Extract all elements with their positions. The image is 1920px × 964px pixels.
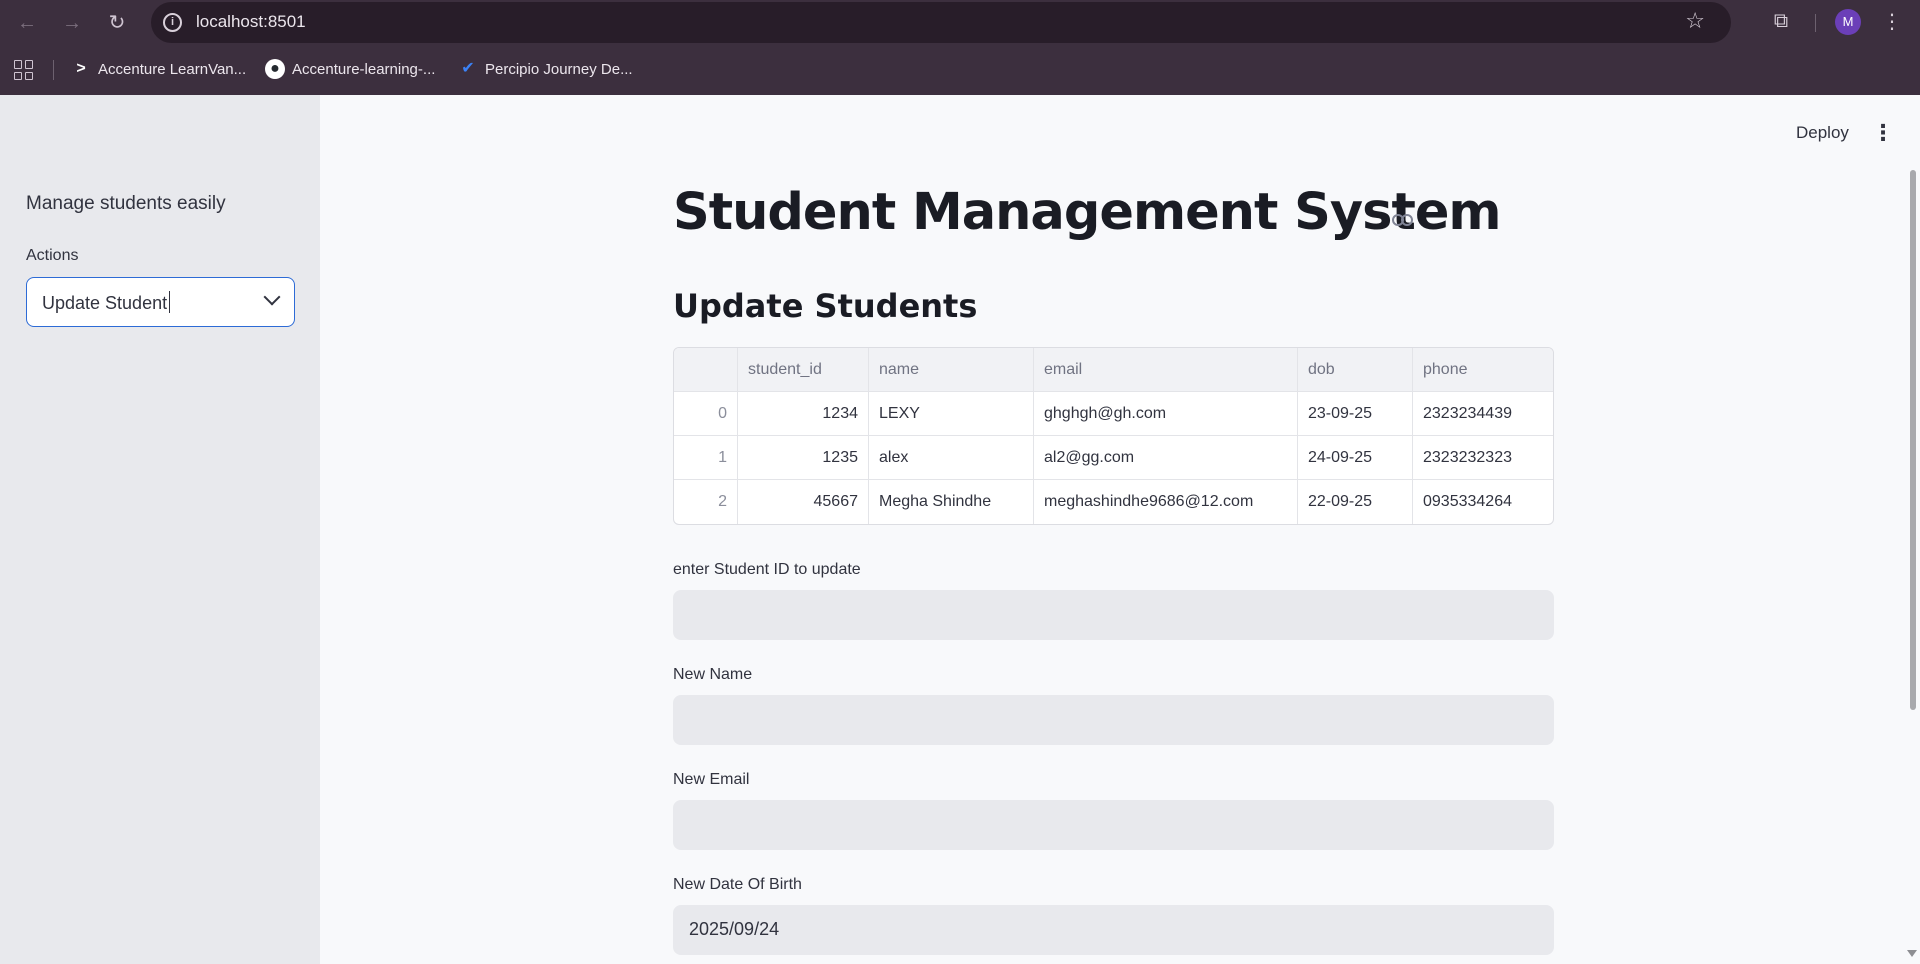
extensions-icon[interactable]: ⧉ <box>1769 9 1793 33</box>
students-table[interactable]: student_id name email dob phone 0 1234 L… <box>673 347 1554 525</box>
table-header-row: student_id name email dob phone <box>674 348 1553 392</box>
link-icon[interactable] <box>1392 214 1414 228</box>
new-name-input[interactable] <box>673 695 1554 745</box>
bookmarks-bar: > Accenture LearnVan... ● Accenture-lear… <box>0 50 1920 88</box>
column-header-name[interactable]: name <box>869 348 1034 392</box>
actions-label: Actions <box>26 247 79 264</box>
forward-icon[interactable]: → <box>57 8 87 38</box>
cell-email[interactable]: meghashindhe9686@12.com <box>1034 480 1298 524</box>
sidebar: Manage students easily Actions Update St… <box>0 95 320 964</box>
column-header-student-id[interactable]: student_id <box>738 348 869 392</box>
star-icon[interactable]: ☆ <box>1685 8 1705 34</box>
new-name-label: New Name <box>673 666 753 683</box>
profile-avatar[interactable]: M <box>1835 9 1861 35</box>
cell-email[interactable]: ghghgh@gh.com <box>1034 392 1298 436</box>
github-icon: ● <box>265 59 285 79</box>
bookmark-label: Accenture-learning-... <box>292 60 436 78</box>
row-index: 0 <box>674 392 738 436</box>
section-title: Update Students <box>673 287 978 325</box>
scrollbar-thumb[interactable] <box>1910 170 1916 710</box>
cell-student-id[interactable]: 1235 <box>738 436 869 480</box>
cell-name[interactable]: Megha Shindhe <box>869 480 1034 524</box>
reload-icon[interactable]: ↻ <box>102 8 132 38</box>
bookmark-accenture-learning[interactable]: ● Accenture-learning-... <box>265 58 435 80</box>
text-cursor <box>169 291 171 313</box>
browser-chrome: ← → ↻ i localhost:8501 ☆ ⧉ M ⋮ > Accentu… <box>0 0 1920 95</box>
cell-student-id[interactable]: 1234 <box>738 392 869 436</box>
sidebar-caption: Manage students easily <box>26 193 226 214</box>
student-id-label: enter Student ID to update <box>673 561 861 578</box>
apps-grid-icon[interactable] <box>14 60 34 80</box>
cell-phone[interactable]: 2323232323 <box>1413 436 1553 480</box>
main-menu-icon[interactable]: ⋮ <box>1872 120 1894 146</box>
bookmarks-divider <box>53 60 54 80</box>
student-id-input[interactable] <box>673 590 1554 640</box>
toolbar: ← → ↻ i localhost:8501 ☆ ⧉ M ⋮ <box>0 0 1920 46</box>
table-row[interactable]: 2 45667 Megha Shindhe meghashindhe9686@1… <box>674 480 1553 524</box>
page-title: Student Management System <box>673 183 1502 242</box>
table-row[interactable]: 1 1235 alex al2@gg.com 24-09-25 23232323… <box>674 436 1553 480</box>
info-icon[interactable]: i <box>163 13 182 32</box>
cell-dob[interactable]: 22-09-25 <box>1298 480 1413 524</box>
actions-select[interactable]: Update Student <box>26 277 295 327</box>
table-row[interactable]: 0 1234 LEXY ghghgh@gh.com 23-09-25 23232… <box>674 392 1553 436</box>
row-index: 2 <box>674 480 738 524</box>
column-header-dob[interactable]: dob <box>1298 348 1413 392</box>
more-vert-icon[interactable]: ⋮ <box>1882 8 1902 36</box>
cell-dob[interactable]: 24-09-25 <box>1298 436 1413 480</box>
new-dob-value: 2025/09/24 <box>689 919 780 939</box>
row-index: 1 <box>674 436 738 480</box>
bookmark-label: Accenture LearnVan... <box>98 60 247 78</box>
url-text[interactable]: localhost:8501 <box>196 12 306 32</box>
back-icon[interactable]: ← <box>12 8 42 38</box>
new-dob-label: New Date Of Birth <box>673 876 802 893</box>
cell-email[interactable]: al2@gg.com <box>1034 436 1298 480</box>
column-header-email[interactable]: email <box>1034 348 1298 392</box>
cell-dob[interactable]: 23-09-25 <box>1298 392 1413 436</box>
cell-name[interactable]: alex <box>869 436 1034 480</box>
address-bar[interactable]: i localhost:8501 ☆ <box>151 2 1731 43</box>
bookmark-accenture-learnvantage[interactable]: > Accenture LearnVan... <box>71 58 246 80</box>
column-header-index[interactable] <box>674 348 738 392</box>
scroll-down-arrow-icon[interactable] <box>1907 950 1917 957</box>
bookmark-percipio[interactable]: ✔ Percipio Journey De... <box>458 58 633 80</box>
chevron-down-icon[interactable] <box>263 288 281 306</box>
cell-phone[interactable]: 2323234439 <box>1413 392 1553 436</box>
cell-student-id[interactable]: 45667 <box>738 480 869 524</box>
accenture-icon: > <box>76 60 86 77</box>
toolbar-divider <box>1815 14 1816 32</box>
percipio-icon: ✔ <box>461 60 475 77</box>
column-header-phone[interactable]: phone <box>1413 348 1553 392</box>
new-email-input[interactable] <box>673 800 1554 850</box>
bookmark-label: Percipio Journey De... <box>485 60 633 78</box>
cell-name[interactable]: LEXY <box>869 392 1034 436</box>
new-email-label: New Email <box>673 771 750 788</box>
actions-select-value[interactable]: Update Student <box>42 291 171 314</box>
deploy-button[interactable]: Deploy <box>1796 123 1849 143</box>
cell-phone[interactable]: 0935334264 <box>1413 480 1553 524</box>
new-dob-input[interactable]: 2025/09/24 <box>673 905 1554 955</box>
